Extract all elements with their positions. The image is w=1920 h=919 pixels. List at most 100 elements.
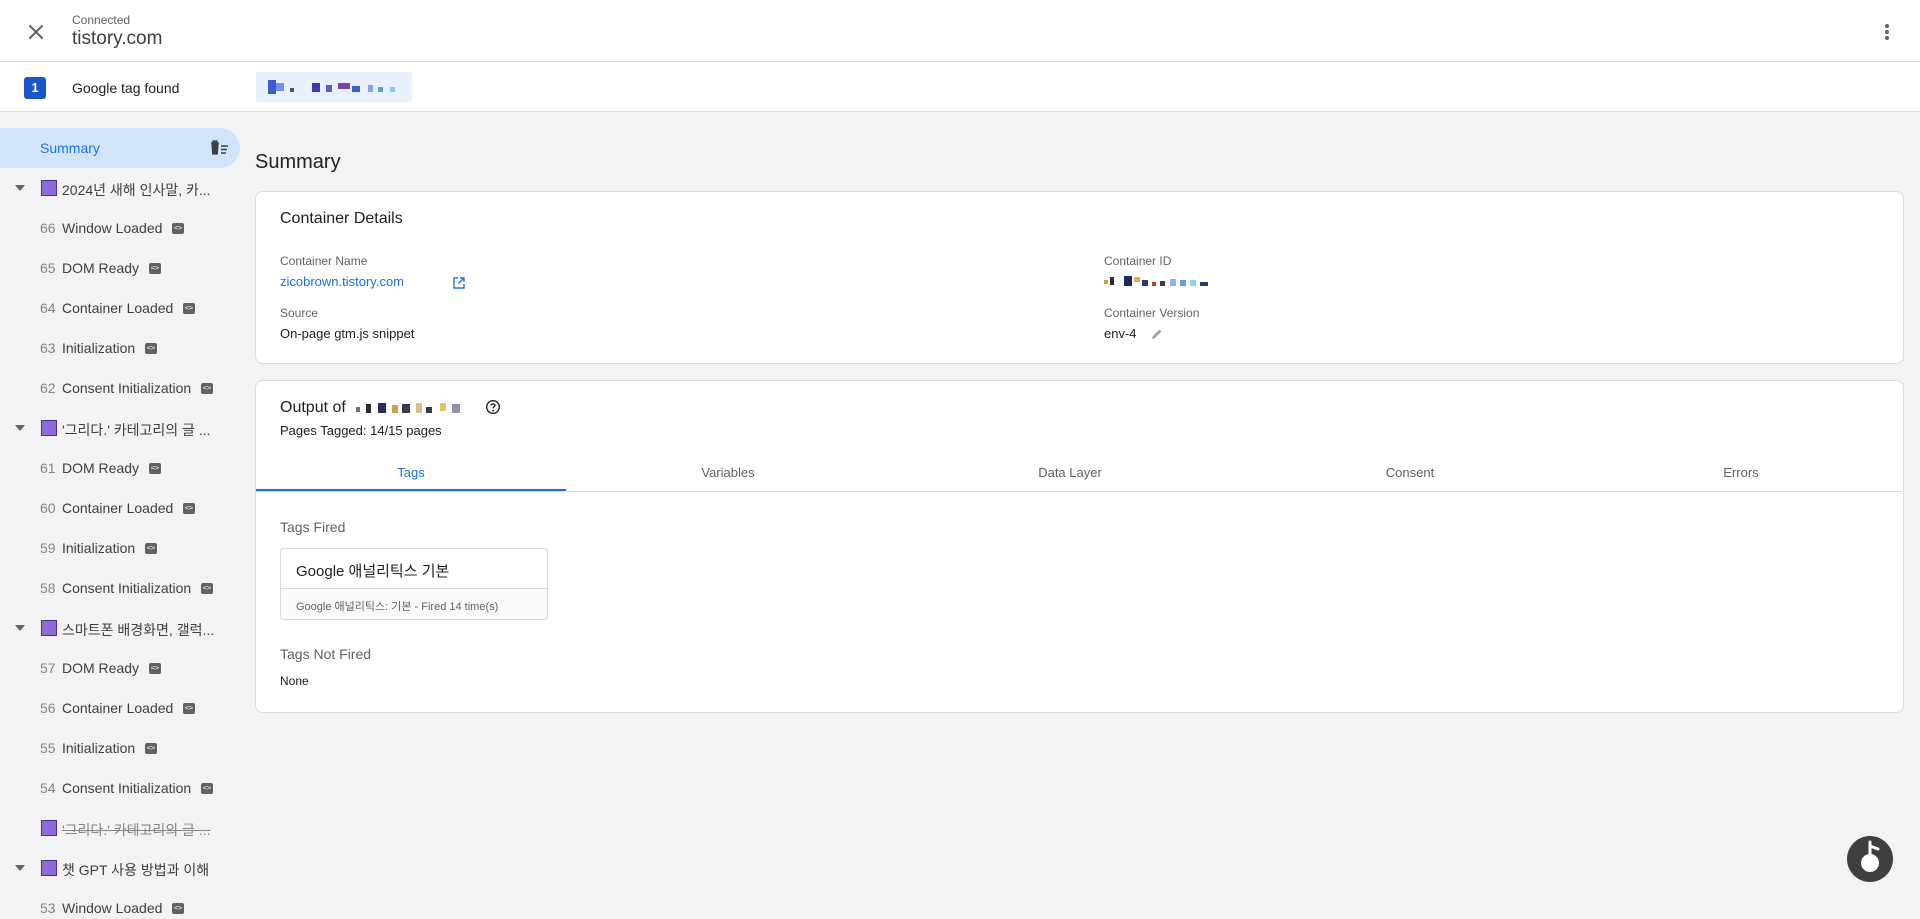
help-icon[interactable] xyxy=(485,399,501,415)
event-number: 61 xyxy=(40,460,56,476)
event-name: Window Loaded xyxy=(62,900,163,916)
close-button[interactable] xyxy=(22,18,50,46)
event-name: Initialization xyxy=(62,340,136,356)
event-item[interactable]: 64 Container Loaded <> xyxy=(0,288,240,328)
container-version-value: env-4 xyxy=(1104,326,1137,341)
event-name: Window Loaded xyxy=(62,220,163,236)
event-item[interactable]: 60 Container Loaded <> xyxy=(0,488,240,528)
sidebar-item-label: Summary xyxy=(40,140,100,156)
page-group[interactable]: '그리다.' 카테고리의 글 ... xyxy=(0,408,240,448)
event-item[interactable]: 53 Window Loaded <> xyxy=(0,888,240,919)
page-group[interactable]: '그리다.' 카테고리의 글 ... xyxy=(0,808,240,848)
page-square-icon xyxy=(41,820,57,836)
event-number: 54 xyxy=(40,780,56,796)
event-name: Consent Initialization xyxy=(62,580,192,596)
floating-action-button[interactable] xyxy=(1847,836,1893,882)
event-item[interactable]: 56 Container Loaded <> xyxy=(0,688,240,728)
redacted-pixel xyxy=(1190,280,1196,286)
code-icon: <> xyxy=(172,903,184,914)
tag-fired-count: Google 애널리틱스: 기본 - Fired 14 time(s) xyxy=(296,601,499,613)
close-icon xyxy=(29,25,43,39)
output-title-prefix: Output of xyxy=(280,399,346,416)
event-number: 53 xyxy=(40,900,56,916)
tag-id-chip[interactable] xyxy=(256,72,412,102)
open-in-new-icon xyxy=(453,277,465,289)
code-icon: <> xyxy=(183,703,195,714)
redacted-pixel xyxy=(390,87,395,92)
redacted-pixel xyxy=(426,407,432,413)
page-group[interactable]: 스마트폰 배경화면, 갤럭... xyxy=(0,608,240,648)
tab-errors[interactable]: Errors xyxy=(1586,459,1896,491)
event-item[interactable]: 59 Initialization <> xyxy=(0,528,240,568)
tag-bar: 1 Google tag found xyxy=(0,62,1920,112)
output-card: Output of Pages Tagged: 14/15 pages Tags… xyxy=(255,380,1904,713)
event-name: Initialization xyxy=(62,540,136,556)
event-number: 55 xyxy=(40,740,56,756)
redacted-pixel xyxy=(402,404,410,413)
event-item[interactable]: 63 Initialization <> xyxy=(0,328,240,368)
redacted-pixel xyxy=(1152,282,1156,286)
event-item[interactable]: 54 Consent Initialization <> xyxy=(0,768,240,808)
redacted-pixel xyxy=(366,404,371,413)
event-item[interactable]: 66 Window Loaded <> xyxy=(0,208,240,248)
code-icon: <> xyxy=(145,343,157,354)
event-number: 59 xyxy=(40,540,56,556)
fired-tag-card[interactable]: Google 애널리틱스 기본 Google 애널리틱스: 기본 - Fired… xyxy=(280,548,548,620)
tags-not-fired-value: None xyxy=(280,674,309,688)
more-options-button[interactable] xyxy=(1874,18,1900,46)
code-icon: <> xyxy=(201,583,213,594)
redacted-pixel xyxy=(1124,276,1132,286)
redacted-pixel xyxy=(326,85,332,92)
tab-tags[interactable]: Tags xyxy=(256,459,566,491)
chevron-down-icon[interactable] xyxy=(15,425,25,431)
container-name-link[interactable]: zicobrown.tistory.com xyxy=(280,274,465,289)
event-name: Container Loaded xyxy=(62,500,174,516)
tab-variables[interactable]: Variables xyxy=(573,459,883,491)
tag-fired-footer: Google 애널리틱스: 기본 - Fired 14 time(s) xyxy=(281,588,547,619)
event-item[interactable]: 55 Initialization <> xyxy=(0,728,240,768)
redacted-pixel xyxy=(378,403,386,413)
source-label: Source xyxy=(280,306,319,320)
tag-found-label[interactable]: Google tag found xyxy=(72,80,179,96)
code-icon: <> xyxy=(201,783,213,794)
event-number: 65 xyxy=(40,260,56,276)
redacted-pixel xyxy=(1142,280,1148,286)
container-id-label: Container ID xyxy=(1104,254,1172,268)
edit-icon[interactable] xyxy=(1150,327,1164,341)
chevron-down-icon[interactable] xyxy=(15,865,25,871)
sidebar-item-summary[interactable]: Summary xyxy=(0,128,240,168)
event-number: 62 xyxy=(40,380,56,396)
redacted-pixel xyxy=(392,405,398,413)
redacted-pixel xyxy=(276,83,284,91)
event-item[interactable]: 65 DOM Ready <> xyxy=(0,248,240,288)
chevron-down-icon[interactable] xyxy=(15,185,25,191)
event-item[interactable]: 61 DOM Ready <> xyxy=(0,448,240,488)
event-item[interactable]: 62 Consent Initialization <> xyxy=(0,368,240,408)
event-item[interactable]: 57 DOM Ready <> xyxy=(0,648,240,688)
redacted-pixel xyxy=(452,404,460,413)
chevron-down-icon[interactable] xyxy=(15,625,25,631)
page-group[interactable]: 챗 GPT 사용 방법과 이해 xyxy=(0,848,240,888)
event-item[interactable]: 58 Consent Initialization <> xyxy=(0,568,240,608)
tab-data-layer[interactable]: Data Layer xyxy=(915,459,1225,491)
page-group[interactable]: 2024년 새해 인사말, 카... xyxy=(0,168,240,208)
tab-consent[interactable]: Consent xyxy=(1255,459,1565,491)
redacted-pixel xyxy=(1170,279,1176,286)
event-number: 60 xyxy=(40,500,56,516)
code-icon: <> xyxy=(145,543,157,554)
redacted-pixel xyxy=(378,87,383,92)
clear-list-icon[interactable] xyxy=(208,138,230,158)
page-group-title: '그리다.' 카테고리의 글 ... xyxy=(62,422,211,438)
redacted-pixel xyxy=(368,85,373,92)
code-icon: <> xyxy=(149,663,161,674)
tag-assistant-icon xyxy=(1861,840,1880,872)
tag-name: Google 애널리틱스 기본 xyxy=(296,563,450,580)
output-title: Output of xyxy=(280,399,346,417)
event-number: 58 xyxy=(40,580,56,596)
code-icon: <> xyxy=(145,743,157,754)
redacted-pixel xyxy=(268,80,276,94)
event-name: Initialization xyxy=(62,740,136,756)
event-number: 57 xyxy=(40,660,56,676)
code-icon: <> xyxy=(149,463,161,474)
code-icon: <> xyxy=(183,503,195,514)
